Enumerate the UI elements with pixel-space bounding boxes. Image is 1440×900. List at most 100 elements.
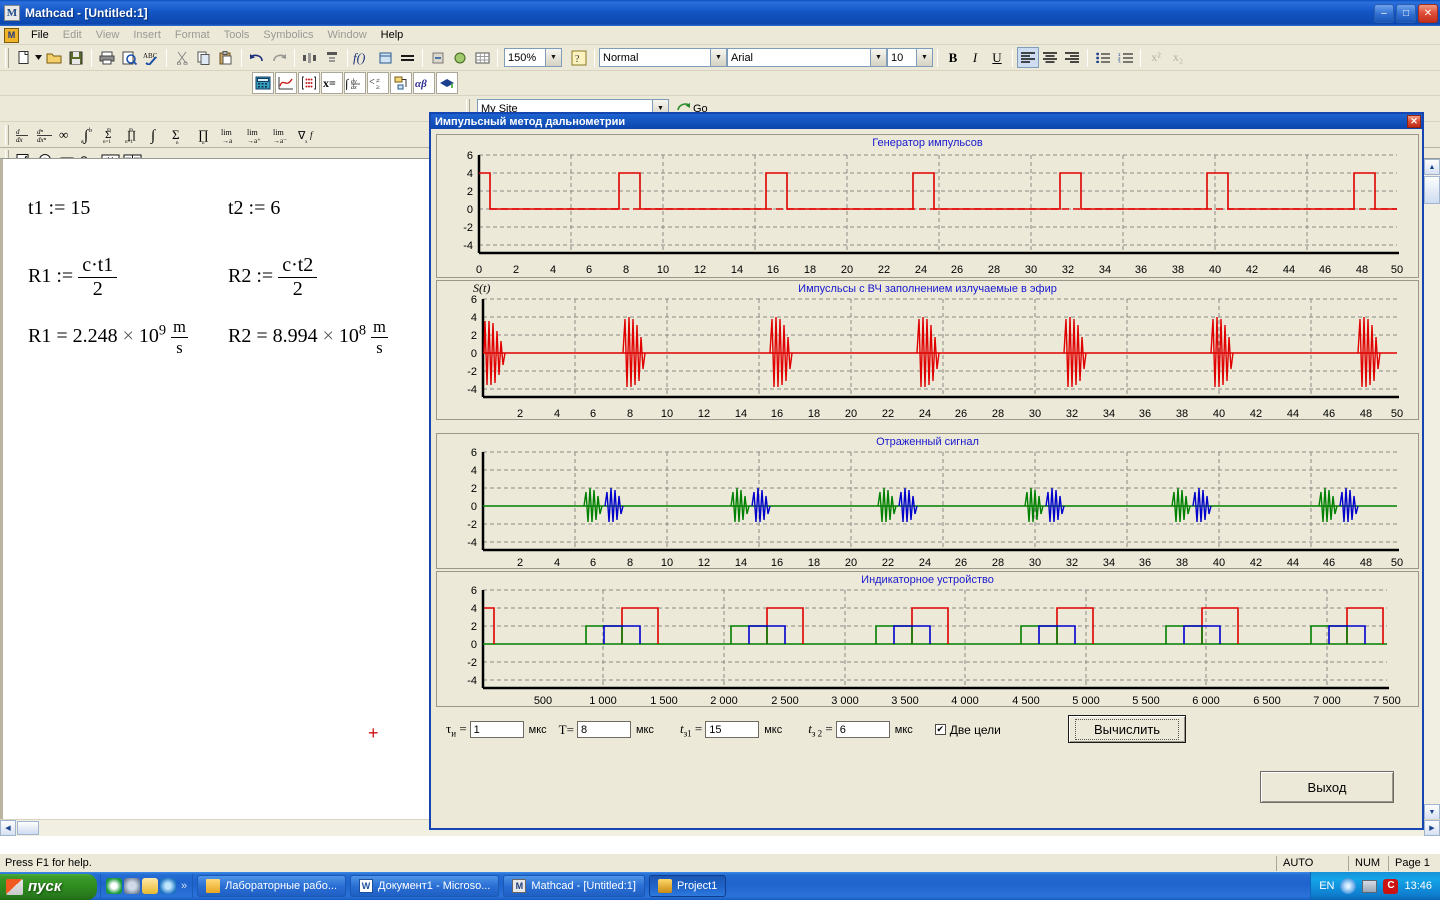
evaluation-icon[interactable]: x= [321,72,343,94]
greek-icon[interactable]: αβ [413,72,435,94]
print-icon[interactable] [96,47,118,69]
browser-icon[interactable] [160,878,176,894]
limit-right-icon[interactable]: lim →a⁺ [244,124,270,146]
align-across-icon[interactable] [299,47,321,69]
expression-R2-def[interactable]: R2 := c·t2 2 [228,254,318,301]
open-folder-icon[interactable] [43,47,65,69]
align-right-icon[interactable] [1061,47,1083,68]
bold-button[interactable]: B [942,47,964,68]
impulse-method-dialog[interactable]: Импульсный метод дальнометрии ✕ Генерато… [429,112,1424,830]
italic-button[interactable]: I [964,47,986,68]
expression-t2[interactable]: t2 := 6 [228,197,280,220]
calculus-icon[interactable]: ∫ dy dx [344,72,366,94]
block-icon[interactable] [124,878,140,894]
new-dropdown-arrow[interactable] [34,47,43,69]
indefinite-integral-icon[interactable]: ∫ [144,124,166,146]
chevron-down-icon[interactable]: ▼ [545,49,561,66]
spellcheck-icon[interactable]: ABC [140,47,162,69]
toolbar-gripper[interactable] [5,124,9,145]
boolean-icon[interactable]: < ≠ ≥ [367,72,389,94]
menu-insert[interactable]: Insert [126,27,168,43]
scroll-thumb-horizontal[interactable] [17,821,39,835]
maximize-button[interactable]: □ [1396,3,1416,23]
network-icon[interactable] [1362,879,1378,893]
insert-hyperlink-icon[interactable] [427,47,449,69]
status-auto[interactable]: AUTO [1276,855,1348,871]
language-indicator[interactable]: EN [1319,880,1334,892]
close-button[interactable]: ✕ [1418,3,1438,23]
menu-edit[interactable]: Edit [56,27,89,43]
product-range-icon[interactable]: ∏ m n=1 [122,124,144,146]
T-input[interactable] [576,721,631,739]
limit-left-icon[interactable]: lim →a⁻ [270,124,296,146]
subscript-button[interactable]: x₂ [1167,47,1189,68]
redo-icon[interactable] [268,47,290,69]
antivirus-icon[interactable]: C [1383,878,1399,894]
notepad-icon[interactable] [142,878,158,894]
two-targets-checkbox[interactable]: ✔ Две цели [934,723,1001,737]
programming-icon[interactable] [390,72,412,94]
copy-icon[interactable] [193,47,215,69]
menu-window[interactable]: Window [321,27,374,43]
document-vertical-scrollbar[interactable]: ▲ ▼ [1423,159,1440,820]
calculator-icon[interactable] [252,72,274,94]
expression-R2-result[interactable]: R2 = 8.994 × 108 m s [228,317,388,358]
chevron-down-icon[interactable]: ▼ [916,49,932,66]
grid-icon[interactable] [471,47,493,69]
bullet-list-icon[interactable] [1092,47,1114,68]
scroll-down-button[interactable]: ▼ [1424,804,1440,820]
limit-icon[interactable]: lim →a [218,124,244,146]
expression-R1-result[interactable]: R1 = 2.248 × 109 m s [28,317,188,358]
cut-scissors-icon[interactable] [171,47,193,69]
paste-clipboard-icon[interactable] [215,47,237,69]
summation-range-icon[interactable]: Σm n=1 [100,124,122,146]
gradient-icon[interactable]: ∇ x f [296,124,320,146]
opera-icon[interactable] [106,878,122,894]
scroll-right-button[interactable]: ▶ [1424,820,1440,836]
menu-format[interactable]: Format [168,27,217,43]
save-disk-icon[interactable] [65,47,87,69]
undo-icon[interactable] [246,47,268,69]
graph-icon[interactable] [275,72,297,94]
menu-file[interactable]: File [24,27,56,43]
product-icon[interactable]: ∏ n [192,124,218,146]
definite-integral-icon[interactable]: ∫ b a [78,124,100,146]
superscript-button[interactable]: x² [1145,47,1167,68]
menu-help[interactable]: Help [374,27,411,43]
taskbar-item-folder[interactable]: Лабораторные рабо... [197,875,346,897]
exit-button[interactable]: Выход [1260,771,1394,803]
expression-R1-def[interactable]: R1 := c·t1 2 [28,254,118,301]
taskbar-item-project1[interactable]: Project1 [648,875,727,897]
scroll-left-button[interactable]: ◀ [0,820,16,836]
insert-function-icon[interactable]: f() [352,47,374,69]
calculate-icon[interactable] [396,47,418,69]
clock[interactable]: 13:46 [1404,880,1432,892]
menu-view[interactable]: View [89,27,127,43]
font-size-combo[interactable]: 10 ▼ [887,48,933,67]
style-combo[interactable]: Normal ▼ [599,48,727,67]
taskbar-item-word[interactable]: W Документ1 - Microso... [350,875,500,897]
symbolic-icon[interactable] [436,72,458,94]
tau-input[interactable] [469,721,524,739]
align-left-icon[interactable] [1017,47,1039,68]
scroll-up-button[interactable]: ▲ [1424,159,1440,175]
underline-button[interactable]: U [986,47,1008,68]
zoom-combo[interactable]: 150% ▼ [504,48,562,67]
chevron-down-icon[interactable]: ▼ [870,49,886,66]
insert-unit-icon[interactable] [374,47,396,69]
dialog-close-button[interactable]: ✕ [1407,115,1421,128]
toolbar-gripper[interactable] [5,47,9,68]
component-icon[interactable] [449,47,471,69]
tz2-input[interactable] [835,721,890,739]
print-preview-icon[interactable] [118,47,140,69]
nth-derivative-icon[interactable]: dⁿ dxⁿ [34,124,56,146]
tz1-input[interactable] [705,721,760,739]
menu-symbolics[interactable]: Symbolics [256,27,320,43]
start-button[interactable]: пуск [0,873,97,900]
calculate-button[interactable]: Вычислить [1068,715,1186,743]
numbered-list-icon[interactable]: 123 [1114,47,1136,68]
align-down-icon[interactable] [321,47,343,69]
derivative-icon[interactable]: d dx [12,124,34,146]
summation-icon[interactable]: Σn [166,124,192,146]
show-hidden-icon[interactable]: ‹ [1340,878,1357,894]
